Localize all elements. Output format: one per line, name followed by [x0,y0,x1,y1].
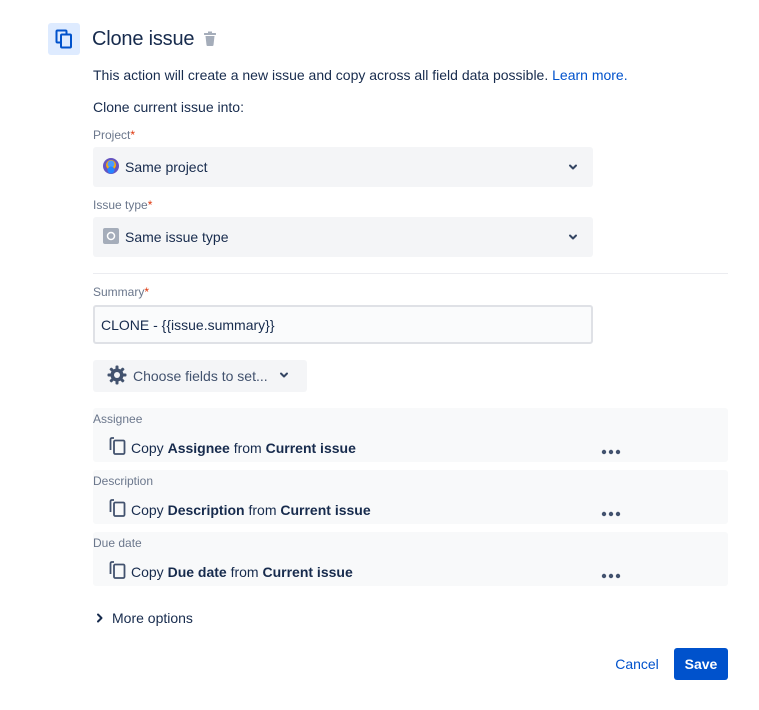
summary-input[interactable] [93,305,593,344]
more-options-label: More options [112,610,193,626]
project-label: Project* [93,128,135,142]
field-row-due-date: Due date Copy Due date from Current issu… [93,532,728,586]
issue-type-value: Same issue type [125,229,229,245]
more-actions-icon[interactable] [601,566,621,584]
field-copy-text: Copy Assignee from Current issue [131,440,356,456]
required-marker: * [147,198,153,212]
required-marker: * [144,285,150,299]
copy-icon [109,498,127,521]
from-word: from [233,439,262,456]
field-source: Current issue [262,563,353,580]
copy-word: Copy [131,439,164,456]
cancel-button[interactable]: Cancel [606,648,668,680]
field-name: Due date [167,563,227,580]
issue-type-label: Issue type* [93,198,152,212]
field-copy-text: Copy Description from Current issue [131,502,371,518]
more-actions-icon[interactable] [601,442,621,460]
field-name: Description [167,501,245,518]
field-name: Assignee [167,439,230,456]
field-row-description: Description Copy Description from Curren… [93,470,728,524]
required-marker: * [130,128,136,142]
issue-type-label-text: Issue type [93,198,148,212]
divider [93,273,728,274]
learn-more-link[interactable]: Learn more. [552,67,627,83]
field-label: Due date [93,536,142,550]
field-copy-text: Copy Due date from Current issue [131,564,353,580]
copy-word: Copy [131,501,164,518]
copy-icon [109,436,127,459]
save-button[interactable]: Save [674,648,728,680]
field-label: Description [93,474,154,488]
summary-label-text: Summary [93,285,145,299]
gear-icon [107,365,127,388]
field-source: Current issue [280,501,371,518]
chevron-right-icon [96,610,104,626]
copy-icon [109,560,127,583]
field-copy-row: Copy Assignee from Current issue [109,436,356,459]
page-title: Clone issue [92,28,195,50]
issue-type-icon [103,227,119,247]
field-copy-row: Copy Description from Current issue [109,498,371,521]
chevron-down-icon [278,368,290,384]
from-word: from [248,501,277,518]
description: This action will create a new issue and … [93,67,628,83]
project-select[interactable]: Same project [93,147,593,187]
description-text: This action will create a new issue and … [93,67,549,83]
field-row-assignee: Assignee Copy Assignee from Current issu… [93,408,728,462]
clone-icon [48,23,80,55]
project-label-text: Project [93,128,131,142]
more-actions-icon[interactable] [601,504,621,522]
from-word: from [230,563,259,580]
field-copy-row: Copy Due date from Current issue [109,560,353,583]
choose-fields-label: Choose fields to set... [133,368,268,384]
trash-icon[interactable] [203,31,217,52]
issue-type-select[interactable]: Same issue type [93,217,593,257]
clone-subtitle: Clone current issue into: [93,99,244,115]
more-options-toggle[interactable]: More options [96,610,193,626]
choose-fields-button[interactable]: Choose fields to set... [93,360,307,392]
chevron-down-icon [567,230,579,246]
summary-label: Summary* [93,285,149,299]
project-avatar-icon [103,157,119,177]
chevron-down-icon [567,160,579,176]
field-label: Assignee [93,412,143,426]
project-value: Same project [125,159,208,175]
field-source: Current issue [265,439,356,456]
copy-word: Copy [131,563,164,580]
